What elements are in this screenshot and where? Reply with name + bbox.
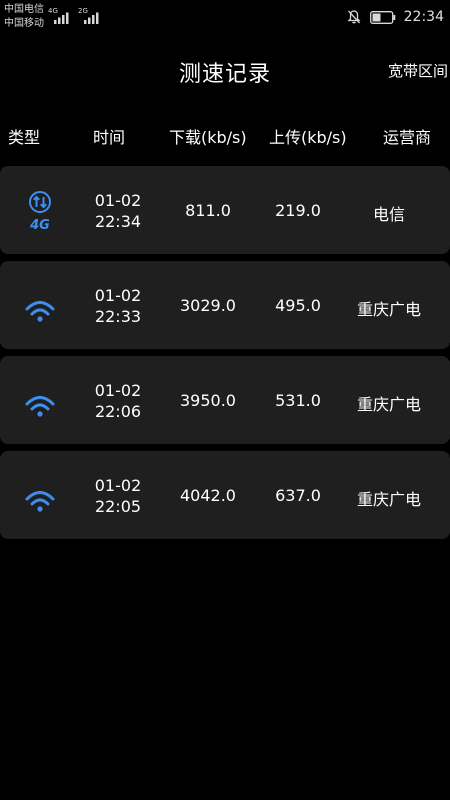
record-time: 01-02 22:34	[78, 190, 158, 232]
page-title: 测速记录	[178, 62, 271, 87]
wifi-icon	[25, 396, 55, 417]
column-header-download: 下载(kb/s)	[169, 128, 247, 147]
record-date: 01-02	[94, 476, 142, 495]
column-header-time: 时间	[93, 128, 126, 147]
battery-icon	[369, 10, 395, 24]
record-upload: 219.0	[275, 201, 321, 220]
notifications-off-icon	[347, 10, 361, 24]
status-right: 22:34	[346, 8, 444, 26]
record-row[interactable]: 4G 01-02 22:34 811.0 219.0 电信	[0, 166, 450, 254]
column-headers: 类型 时间 下载(kb/s) 上传(kb/s) 运营商	[0, 122, 450, 148]
4g-icon-label: 4G	[29, 218, 50, 232]
record-download: 3029.0	[180, 296, 236, 315]
record-download: 811.0	[185, 201, 231, 220]
record-clock: 22:34	[94, 212, 142, 231]
record-clock: 22:06	[94, 402, 142, 421]
record-upload: 637.0	[275, 486, 321, 505]
record-upload: 531.0	[275, 391, 321, 410]
signal-2-icon: 2G	[78, 7, 104, 25]
header: 测速记录 宽带区间	[0, 50, 450, 90]
record-clock: 22:33	[94, 307, 142, 326]
record-date: 01-02	[94, 286, 142, 305]
record-date: 01-02	[94, 191, 142, 210]
wifi-icon	[25, 301, 55, 322]
record-time: 01-02 22:06	[78, 380, 158, 422]
wifi-icon	[25, 491, 55, 512]
record-time: 01-02 22:33	[78, 285, 158, 327]
record-row[interactable]: 01-02 22:33 3029.0 495.0 重庆广电	[0, 261, 450, 349]
record-upload: 495.0	[275, 296, 321, 315]
record-isp: 重庆广电	[356, 490, 421, 509]
signal-1-icon: 4G	[48, 7, 74, 25]
column-header-isp: 运营商	[383, 128, 432, 147]
broadband-range-button[interactable]: 宽带区间	[388, 60, 448, 81]
column-header-upload: 上传(kb/s)	[269, 128, 347, 147]
carrier-1-label: 中国电信	[4, 4, 44, 15]
record-isp: 重庆广电	[356, 300, 421, 319]
record-row[interactable]: 01-02 22:06 3950.0 531.0 重庆广电	[0, 356, 450, 444]
record-date: 01-02	[94, 381, 142, 400]
4g-network-icon: 4G	[29, 191, 51, 232]
status-time: 22:34	[403, 9, 444, 25]
record-download: 3950.0	[180, 391, 236, 410]
carrier-2-label: 中国移动	[4, 18, 44, 29]
record-time: 01-02 22:05	[78, 475, 158, 517]
record-clock: 22:05	[94, 497, 142, 516]
column-header-type: 类型	[8, 128, 41, 147]
record-isp: 电信	[372, 205, 405, 224]
record-isp: 重庆广电	[356, 395, 421, 414]
record-download: 4042.0	[180, 486, 236, 505]
carrier-labels: 中国电信 中国移动	[4, 3, 44, 31]
status-bar: 中国电信 中国移动 4G 2G 22:34	[0, 0, 450, 34]
record-row[interactable]: 01-02 22:05 4042.0 637.0 重庆广电	[0, 451, 450, 539]
